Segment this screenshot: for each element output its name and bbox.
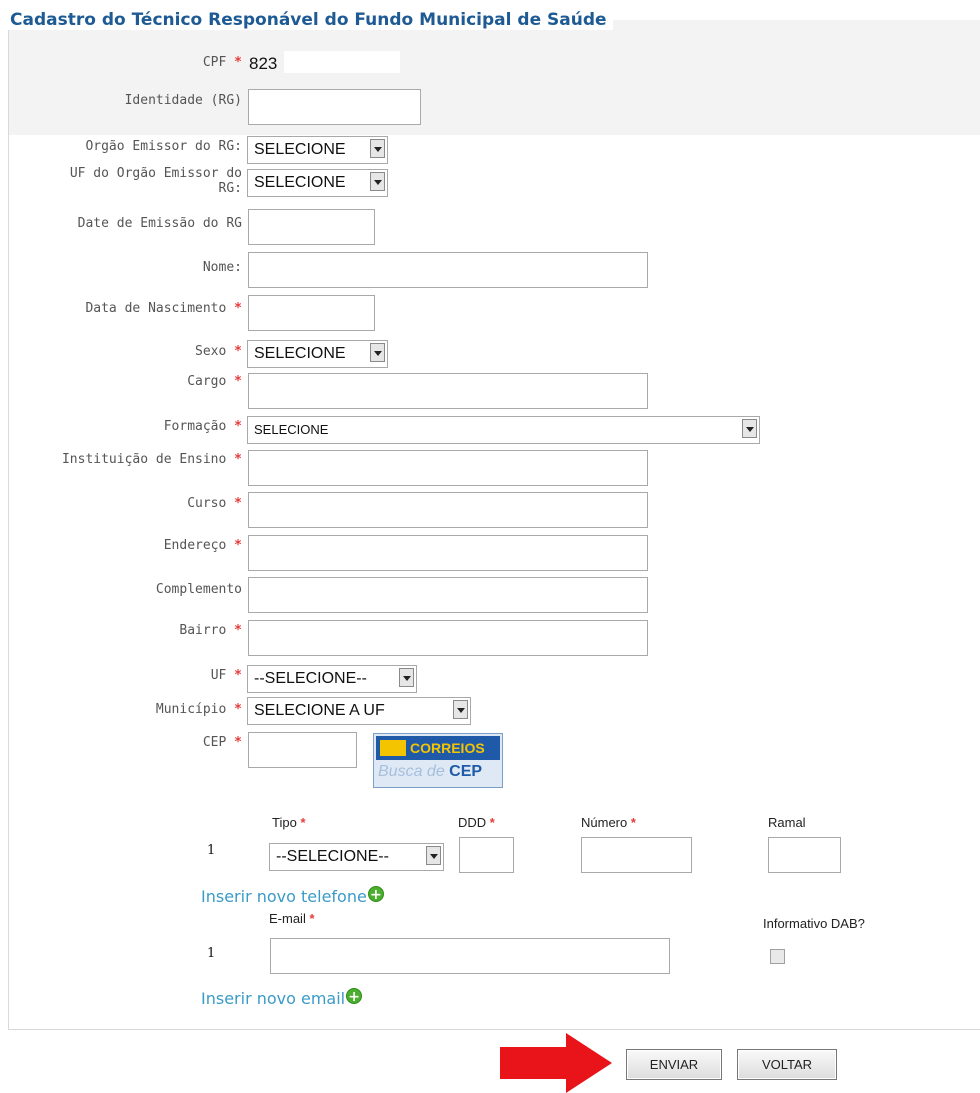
correios-logo-icon (380, 740, 406, 756)
email-input[interactable] (270, 938, 670, 974)
cpf-redaction (284, 51, 400, 73)
cep-input[interactable] (248, 732, 357, 768)
uf-label: UF * (210, 668, 242, 683)
orgao-emissor-label: Orgão Emissor do RG: (85, 139, 242, 154)
instituicao-label: Instituição de Ensino * (61, 452, 242, 467)
busca-cep-text: Busca de CEP (378, 763, 483, 780)
chevron-down-icon[interactable] (370, 343, 385, 362)
uf-select[interactable]: --SELECIONE-- (247, 665, 417, 693)
form-top-band (9, 20, 980, 135)
correios-brand: CORREIOS (410, 740, 485, 756)
informativo-dab-checkbox[interactable] (770, 949, 785, 964)
add-circle-icon[interactable]: + (367, 886, 384, 903)
nome-input[interactable] (248, 252, 648, 288)
chevron-down-icon[interactable] (426, 846, 441, 865)
voltar-button[interactable]: VOLTAR (737, 1049, 837, 1080)
data-nascimento-label: Data de Nascimento * (85, 301, 242, 316)
cep-label: CEP * (202, 735, 242, 750)
chevron-down-icon[interactable] (370, 172, 385, 191)
endereco-label: Endereço * (163, 538, 242, 553)
identidade-input[interactable] (248, 89, 421, 125)
ramal-input[interactable] (768, 837, 841, 873)
bairro-label: Bairro * (179, 623, 242, 638)
telefone-tipo-select[interactable]: --SELECIONE-- (269, 843, 444, 871)
form-page: Cadastro do Técnico Responável do Fundo … (0, 0, 980, 1093)
bairro-input[interactable] (248, 620, 648, 656)
email-row-number: 1 (207, 946, 216, 961)
red-arrow-pointer-icon (500, 1033, 612, 1093)
uf-orgao-select[interactable]: SELECIONE (247, 169, 388, 197)
sexo-label: Sexo * (195, 344, 242, 359)
instituicao-input[interactable] (248, 450, 648, 486)
curso-input[interactable] (248, 492, 648, 528)
identidade-label: Identidade (RG) (124, 93, 242, 108)
cargo-label: Cargo * (187, 374, 242, 389)
correios-banner: CORREIOS (376, 736, 500, 760)
formacao-label: Formação * (163, 419, 242, 434)
ramal-header: Ramal (768, 815, 806, 830)
complemento-input[interactable] (248, 577, 648, 613)
informativo-dab-header: Informativo DAB? (763, 916, 865, 931)
required-marker: * (234, 55, 242, 70)
cargo-input[interactable] (248, 373, 648, 409)
sexo-select[interactable]: SELECIONE (247, 340, 388, 368)
ddd-header: DDD * (458, 815, 495, 830)
add-circle-icon[interactable]: + (346, 988, 363, 1005)
formacao-select[interactable]: SELECIONE (247, 416, 760, 444)
numero-input[interactable] (581, 837, 692, 873)
form-title: Cadastro do Técnico Responável do Fundo … (8, 10, 613, 30)
uf-orgao-label: UF do Orgão Emissor do RG: (69, 166, 242, 196)
enviar-button[interactable]: ENVIAR (626, 1049, 722, 1080)
chevron-down-icon[interactable] (453, 700, 468, 719)
ddd-input[interactable] (459, 837, 514, 873)
email-header: E-mail * (269, 911, 315, 926)
curso-label: Curso * (187, 496, 242, 511)
tipo-header: Tipo * (272, 815, 306, 830)
data-emissao-input[interactable] (248, 209, 375, 245)
telefone-row-number: 1 (207, 843, 216, 858)
municipio-select[interactable]: SELECIONE A UF (247, 697, 471, 725)
municipio-label: Município * (155, 702, 242, 717)
chevron-down-icon[interactable] (399, 668, 414, 687)
nome-label: Nome: (202, 260, 242, 275)
data-nascimento-input[interactable] (248, 295, 375, 331)
endereco-input[interactable] (248, 535, 648, 571)
busca-cep-button[interactable]: CORREIOS Busca de CEP (373, 733, 503, 788)
cpf-value: 823 (249, 54, 278, 73)
chevron-down-icon[interactable] (370, 139, 385, 158)
numero-header: Número * (581, 815, 636, 830)
complemento-label: Complemento (155, 582, 242, 597)
orgao-emissor-select[interactable]: SELECIONE (247, 136, 388, 164)
cpf-label: CPF * (202, 55, 242, 70)
inserir-telefone-link[interactable]: Inserir novo telefone + (201, 886, 384, 906)
inserir-email-link[interactable]: Inserir novo email + (201, 988, 363, 1008)
data-emissao-label: Date de Emissão do RG (77, 216, 242, 231)
chevron-down-icon[interactable] (742, 419, 757, 438)
